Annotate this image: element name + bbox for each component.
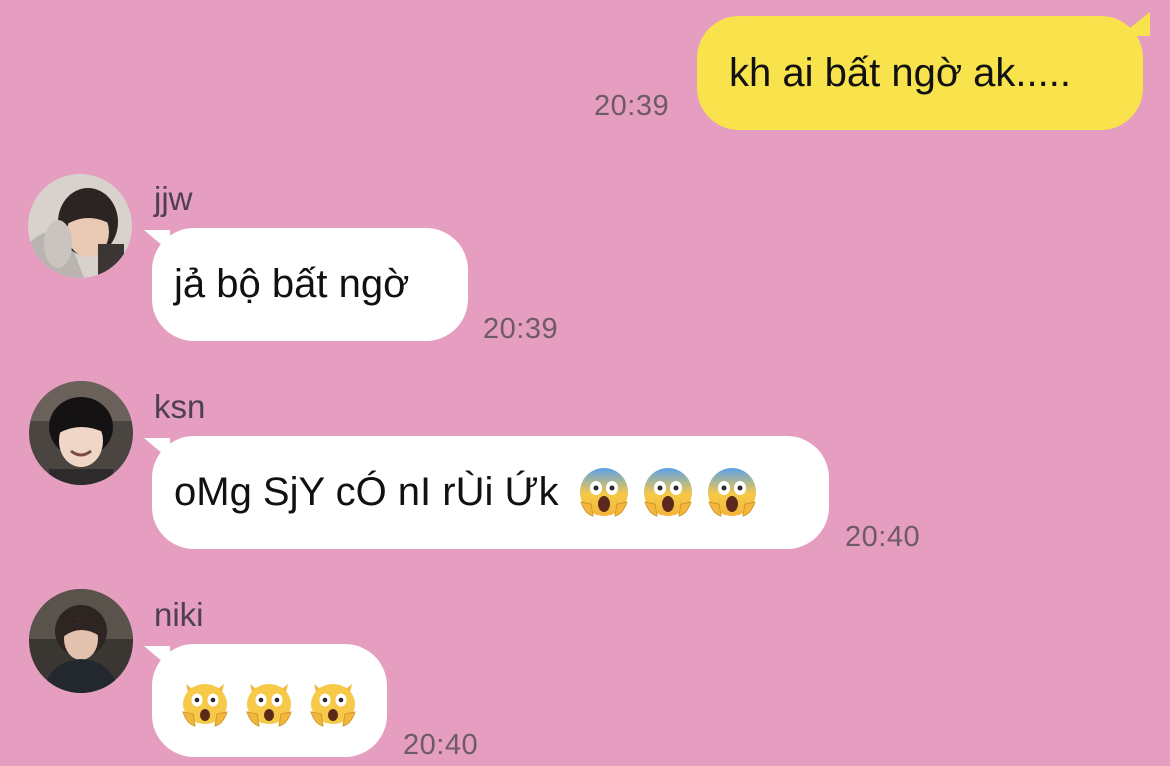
message-time: 20:40 bbox=[403, 729, 479, 761]
niki-avatar[interactable] bbox=[29, 589, 133, 693]
weary-cat-icon bbox=[306, 674, 360, 728]
sender-name-ksn: ksn bbox=[154, 388, 206, 425]
outgoing-message-time: 20:39 bbox=[594, 90, 670, 122]
message-text: oMg SjY cÓ nI rÙi Ứk bbox=[174, 470, 559, 514]
face-screaming-in-fear-icon bbox=[641, 466, 695, 520]
jjw-avatar[interactable] bbox=[28, 174, 132, 278]
emoji-row bbox=[577, 466, 769, 520]
weary-cat-icon bbox=[178, 674, 232, 728]
sender-name-jjw: jjw bbox=[154, 180, 193, 217]
incoming-message-bubble[interactable]: jả bộ bất ngờ bbox=[152, 228, 468, 341]
ksn-avatar[interactable] bbox=[29, 381, 133, 485]
face-screaming-in-fear-icon bbox=[705, 466, 759, 520]
outgoing-message-bubble[interactable]: kh ai bất ngờ ak..... bbox=[697, 16, 1143, 130]
chat-view: kh ai bất ngờ ak..... 20:39 jjw jả bộ bấ… bbox=[0, 0, 1170, 766]
weary-cat-icon bbox=[242, 674, 296, 728]
sender-name-niki: niki bbox=[154, 596, 204, 633]
incoming-message-bubble[interactable] bbox=[152, 644, 387, 757]
message-time: 20:39 bbox=[483, 313, 559, 345]
emoji-row bbox=[178, 674, 370, 728]
outgoing-message-text: kh ai bất ngờ ak..... bbox=[729, 50, 1071, 95]
message-text: jả bộ bất ngờ bbox=[174, 262, 410, 306]
face-screaming-in-fear-icon bbox=[577, 466, 631, 520]
message-time: 20:40 bbox=[845, 521, 921, 553]
incoming-message-bubble[interactable]: oMg SjY cÓ nI rÙi Ứk bbox=[152, 436, 829, 549]
